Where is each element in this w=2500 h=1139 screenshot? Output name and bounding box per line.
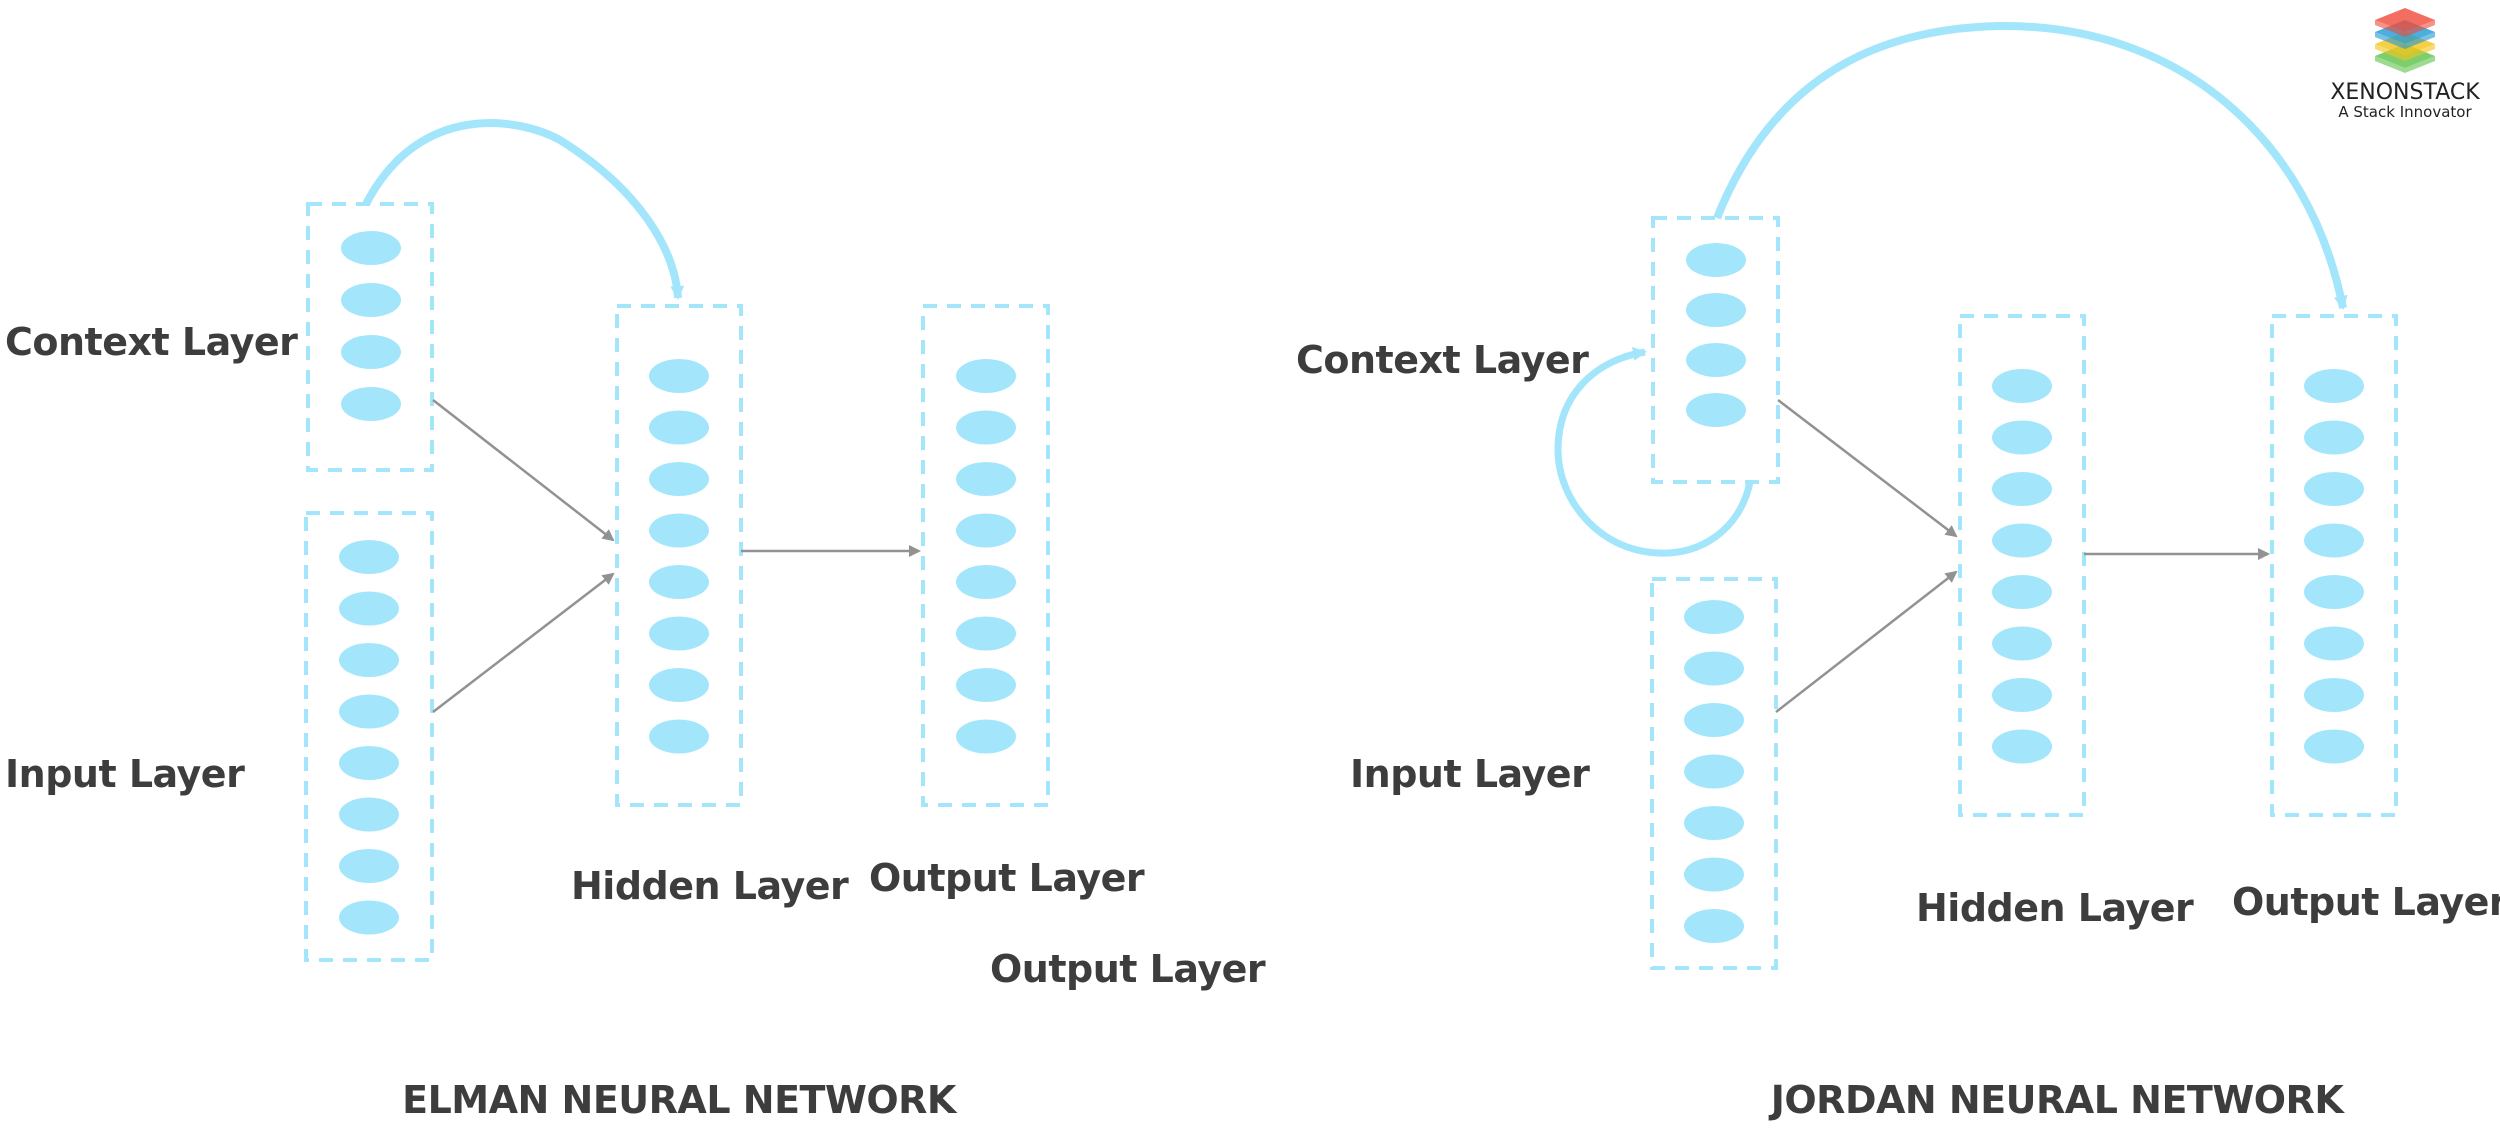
- elman-output-layer-extra-label: Output Layer: [990, 947, 1266, 991]
- jordan-input-node: [1684, 857, 1744, 892]
- elman-hidden-node: [649, 719, 709, 754]
- jordan-output-layer-label: Output Layer: [2232, 880, 2500, 924]
- jordan-hidden-node: [1992, 678, 2052, 712]
- elman-hidden-node: [649, 616, 709, 651]
- jordan-context-node: [1686, 343, 1746, 377]
- jordan-output-node: [2304, 420, 2364, 455]
- jordan-output-node: [2304, 369, 2364, 403]
- elman-input-node: [339, 694, 399, 729]
- elman-context-to-hidden-arrow: [432, 399, 615, 542]
- jordan-context-node: [1686, 393, 1746, 427]
- elman-hidden-node: [649, 359, 709, 393]
- elman-context-node: [341, 283, 401, 317]
- elman-input-layer-label: Input Layer: [5, 752, 245, 796]
- elman-input-node: [339, 540, 399, 574]
- xenonstack-logo-icon: [2375, 8, 2435, 73]
- elman-output-node: [956, 410, 1016, 445]
- elman-network: [304, 119, 1050, 962]
- elman-input-node: [339, 746, 399, 780]
- jordan-context-layer-label: Context Layer: [1296, 338, 1589, 382]
- jordan-input-node: [1684, 909, 1744, 943]
- elman-input-node: [339, 900, 399, 935]
- jordan-output-node: [2304, 523, 2364, 558]
- elman-input-nodes: [339, 540, 399, 935]
- xenonstack-logo: XENONSTACK A Stack Innovator: [2310, 78, 2500, 121]
- elman-input-to-hidden-arrow: [432, 572, 615, 713]
- jordan-input-to-hidden-arrow: [1775, 570, 1958, 713]
- jordan-output-node: [2304, 626, 2364, 661]
- jordan-output-node: [2304, 472, 2364, 506]
- jordan-context-nodes: [1686, 243, 1746, 427]
- logo-brand: XENONSTACK: [2330, 80, 2480, 105]
- elman-output-node: [956, 668, 1016, 702]
- elman-hidden-node: [649, 565, 709, 599]
- elman-output-node: [956, 565, 1016, 599]
- elman-output-node: [956, 616, 1016, 651]
- elman-recurrent-arrow: [362, 119, 685, 300]
- jordan-hidden-layer-label: Hidden Layer: [1916, 886, 2194, 930]
- elman-hidden-layer-label: Hidden Layer: [571, 864, 849, 908]
- jordan-context-node: [1686, 243, 1746, 277]
- elman-input-box: [304, 511, 434, 962]
- elman-hidden-node: [649, 410, 709, 445]
- elman-context-layer-label: Context Layer: [5, 320, 298, 364]
- elman-context-node: [341, 387, 401, 421]
- jordan-context-node: [1686, 293, 1746, 327]
- jordan-title: JORDAN NEURAL NETWORK: [1770, 1078, 2344, 1122]
- elman-output-layer-label: Output Layer: [869, 856, 1145, 900]
- jordan-hidden-nodes: [1992, 369, 2052, 764]
- elman-input-node: [339, 849, 399, 883]
- jordan-input-node: [1684, 703, 1744, 737]
- jordan-output-node: [2304, 729, 2364, 764]
- jordan-hidden-node: [1992, 472, 2052, 506]
- elman-hidden-node: [649, 513, 709, 548]
- elman-hidden-node: [649, 462, 709, 496]
- jordan-context-to-hidden-arrow: [1777, 399, 1958, 538]
- jordan-hidden-node: [1992, 369, 2052, 403]
- jordan-output-nodes: [2304, 369, 2364, 764]
- elman-input-node: [339, 797, 399, 832]
- jordan-hidden-node: [1992, 729, 2052, 764]
- jordan-input-layer-label: Input Layer: [1350, 752, 1590, 796]
- jordan-recurrent-arrow: [1713, 21, 2348, 310]
- elman-output-node: [956, 462, 1016, 496]
- elman-hidden-node: [649, 668, 709, 702]
- elman-title: ELMAN NEURAL NETWORK: [402, 1078, 956, 1122]
- jordan-input-nodes: [1684, 600, 1744, 943]
- jordan-input-node: [1684, 754, 1744, 789]
- elman-input-node: [339, 591, 399, 626]
- elman-context-nodes: [341, 231, 401, 421]
- jordan-output-node: [2304, 575, 2364, 609]
- elman-input-node: [339, 643, 399, 677]
- elman-context-node: [341, 231, 401, 265]
- jordan-network: [1554, 21, 2398, 970]
- jordan-hidden-node: [1992, 626, 2052, 661]
- jordan-output-node: [2304, 678, 2364, 712]
- jordan-input-node: [1684, 600, 1744, 634]
- jordan-hidden-node: [1992, 523, 2052, 558]
- jordan-hidden-node: [1992, 420, 2052, 455]
- elman-output-nodes: [956, 359, 1016, 754]
- elman-output-node: [956, 359, 1016, 393]
- logo-tagline: A Stack Innovator: [2338, 103, 2472, 121]
- elman-output-node: [956, 719, 1016, 754]
- elman-output-node: [956, 513, 1016, 548]
- jordan-input-node: [1684, 651, 1744, 686]
- jordan-hidden-node: [1992, 575, 2052, 609]
- jordan-input-node: [1684, 806, 1744, 840]
- elman-hidden-nodes: [649, 359, 709, 754]
- elman-context-node: [341, 335, 401, 369]
